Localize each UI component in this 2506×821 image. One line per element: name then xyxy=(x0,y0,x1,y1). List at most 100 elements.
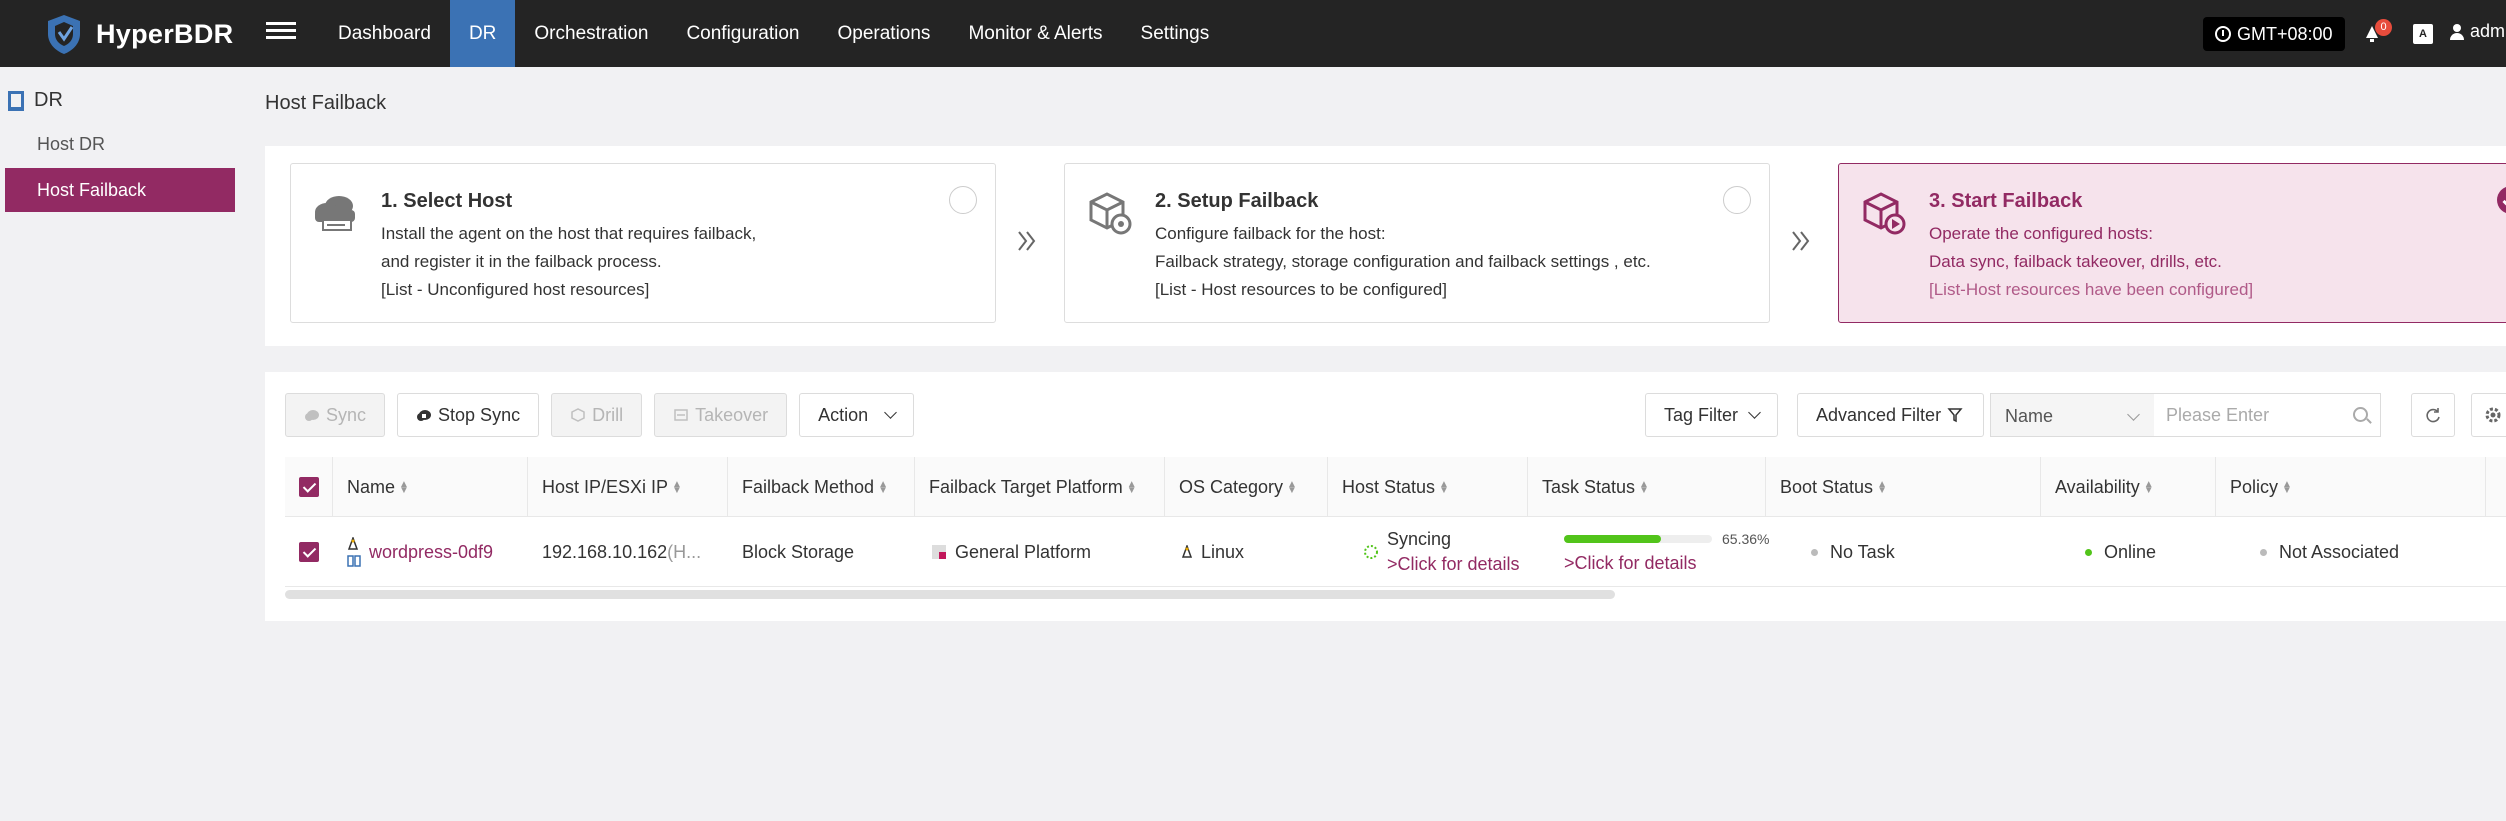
nav-configuration[interactable]: Configuration xyxy=(667,0,818,67)
target-platform-value: General Platform xyxy=(955,541,1092,562)
column-os-category[interactable]: OS Category ▲ ▼ xyxy=(1165,457,1328,517)
step-start-failback[interactable]: 3. Start Failback Operate the configured… xyxy=(1838,163,2506,323)
sidebar-item-host-dr[interactable]: Host DR xyxy=(5,122,235,166)
top-bar: HyperBDR Dashboard DR Orchestration Conf… xyxy=(0,0,2506,67)
step-3-checked-icon[interactable] xyxy=(2497,186,2506,214)
nav-dashboard[interactable]: Dashboard xyxy=(319,0,450,67)
app-name: HyperBDR xyxy=(96,18,234,49)
host-ip-value: 192.168.10.162 xyxy=(542,541,668,562)
cell-os-category: Linux xyxy=(1181,517,1244,587)
timezone-display[interactable]: GMT+08:00 xyxy=(2203,17,2345,51)
cell-boot-status: No Task xyxy=(1811,517,1895,587)
column-task-status[interactable]: Task Status ▲ ▼ xyxy=(1528,457,1766,517)
sidebar-item-host-failback[interactable]: Host Failback xyxy=(5,168,235,212)
sort-icon: ▲ ▼ xyxy=(672,479,682,497)
column-availability-label: Availability xyxy=(2055,477,2140,497)
row-checkbox[interactable] xyxy=(299,542,319,562)
search-field-select[interactable]: Name xyxy=(1990,393,2155,437)
action-dropdown[interactable]: Action xyxy=(799,393,915,437)
alert-count-badge: 0 xyxy=(2375,19,2392,36)
chevron-down-icon xyxy=(2127,408,2140,421)
logo[interactable]: HyperBDR xyxy=(42,12,233,56)
column-boot-status[interactable]: Boot Status ▲ ▼ xyxy=(1766,457,2041,517)
column-host-ip[interactable]: Host IP/ESXi IP ▲ ▼ xyxy=(528,457,728,517)
building-icon xyxy=(8,90,24,111)
user-icon xyxy=(2450,23,2464,40)
task-progress-label: 65.36% xyxy=(1722,530,1770,547)
column-target-platform[interactable]: Failback Target Platform ▲ ▼ xyxy=(915,457,1165,517)
timezone-label: GMT+08:00 xyxy=(2237,24,2333,44)
nav-dr[interactable]: DR xyxy=(449,0,516,67)
step-2-list-link[interactable]: [List - Host resources to be configured] xyxy=(1155,276,1651,304)
boot-status-value: No Task xyxy=(1830,541,1895,562)
horizontal-scrollbar[interactable] xyxy=(285,590,1615,599)
takeover-label: Takeover xyxy=(695,404,769,425)
column-policy[interactable]: Policy ▲ ▼ xyxy=(2216,457,2486,517)
action-label: Action xyxy=(818,404,869,425)
sidebar: DR Host DR Host Failback xyxy=(0,67,245,821)
select-all-checkbox[interactable] xyxy=(299,477,319,497)
filter-icon xyxy=(1947,408,1963,423)
step-setup-failback[interactable]: 2. Setup Failback Configure failback for… xyxy=(1064,163,1770,323)
gear-icon xyxy=(2485,407,2501,423)
host-ip-suffix: (H... xyxy=(667,541,702,562)
language-icon[interactable]: A xyxy=(2413,24,2433,44)
sort-icon: ▲ ▼ xyxy=(399,479,409,497)
search-input[interactable] xyxy=(2154,394,2334,436)
drill-button[interactable]: Drill xyxy=(551,393,643,437)
nav-orchestration[interactable]: Orchestration xyxy=(515,0,667,67)
chevron-down-icon xyxy=(1748,406,1761,419)
cloud-stop-icon xyxy=(417,410,432,421)
column-availability[interactable]: Availability ▲ ▼ xyxy=(2041,457,2216,517)
step-3-line-1: Operate the configured hosts: xyxy=(1929,224,2153,243)
policy-value: Not Associated xyxy=(2279,541,2400,562)
column-boot-status-label: Boot Status xyxy=(1780,477,1874,497)
column-name[interactable]: Name ▲ ▼ xyxy=(333,457,528,517)
advanced-filter-button[interactable]: Advanced Filter xyxy=(1797,393,1985,437)
settings-button[interactable] xyxy=(2471,393,2506,437)
nav-settings[interactable]: Settings xyxy=(1122,0,1229,67)
cell-host-ip: 192.168.10.162 (H... xyxy=(542,517,701,587)
sort-icon: ▲ ▼ xyxy=(2282,479,2292,497)
column-failback-method[interactable]: Failback Method ▲ ▼ xyxy=(728,457,915,517)
box-play-icon xyxy=(1863,192,1906,235)
sync-button[interactable]: Sync xyxy=(285,393,386,437)
search-icon[interactable] xyxy=(2353,407,2368,422)
step-1-radio[interactable] xyxy=(949,186,977,214)
policy-dot xyxy=(2260,548,2267,556)
column-target-platform-label: Failback Target Platform xyxy=(929,477,1123,497)
advanced-filter-label: Advanced Filter xyxy=(1816,404,1942,425)
steps-panel: 1. Select Host Install the agent on the … xyxy=(265,146,2506,346)
sidebar-group-dr[interactable]: DR xyxy=(8,89,63,112)
nav-operations[interactable]: Operations xyxy=(818,0,949,67)
takeover-button[interactable]: Takeover xyxy=(654,393,788,437)
column-host-ip-label: Host IP/ESXi IP xyxy=(542,477,669,497)
table-header: Name ▲ ▼ Host IP/ESXi IP ▲ ▼ Failback Method… xyxy=(285,457,2506,517)
stop-sync-button[interactable]: Stop Sync xyxy=(397,393,540,437)
host-name-link[interactable]: wordpress-0df9 xyxy=(369,542,493,563)
step-2-radio[interactable] xyxy=(1723,186,1751,214)
main-nav: Dashboard DR Orchestration Configuration… xyxy=(319,0,1228,67)
column-name-label: Name xyxy=(347,477,396,497)
refresh-button[interactable] xyxy=(2411,393,2455,437)
menu-toggle-icon[interactable] xyxy=(266,18,296,48)
chevron-double-right-icon xyxy=(1018,231,1036,251)
sort-icon: ▲ ▼ xyxy=(1877,479,1887,497)
sort-icon: ▲ ▼ xyxy=(878,479,888,497)
column-failback-method-label: Failback Method xyxy=(742,477,875,497)
host-status-details-link[interactable]: >Click for details xyxy=(1387,554,1520,575)
task-status-details-link[interactable]: >Click for details xyxy=(1564,553,1769,574)
table-row[interactable]: wordpress-0df9 192.168.10.162 (H... Block… xyxy=(285,517,2506,587)
step-1-line-1: Install the agent on the host that requi… xyxy=(381,224,757,243)
nav-monitor-alerts[interactable]: Monitor & Alerts xyxy=(949,0,1121,67)
tag-filter-dropdown[interactable]: Tag Filter xyxy=(1645,393,1779,437)
step-3-list-link[interactable]: [List-Host resources have been configure… xyxy=(1929,276,2253,304)
user-menu[interactable]: adm xyxy=(2450,21,2505,42)
step-select-host[interactable]: 1. Select Host Install the agent on the … xyxy=(290,163,996,323)
column-host-status[interactable]: Host Status ▲ ▼ xyxy=(1328,457,1528,517)
step-3-title: 3. Start Failback xyxy=(1929,190,2083,212)
takeover-icon xyxy=(674,409,688,421)
step-1-list-link[interactable]: [List - Unconfigured host resources] xyxy=(381,276,756,304)
hyperbdr-logo-icon xyxy=(48,15,80,54)
drill-label: Drill xyxy=(592,404,624,425)
